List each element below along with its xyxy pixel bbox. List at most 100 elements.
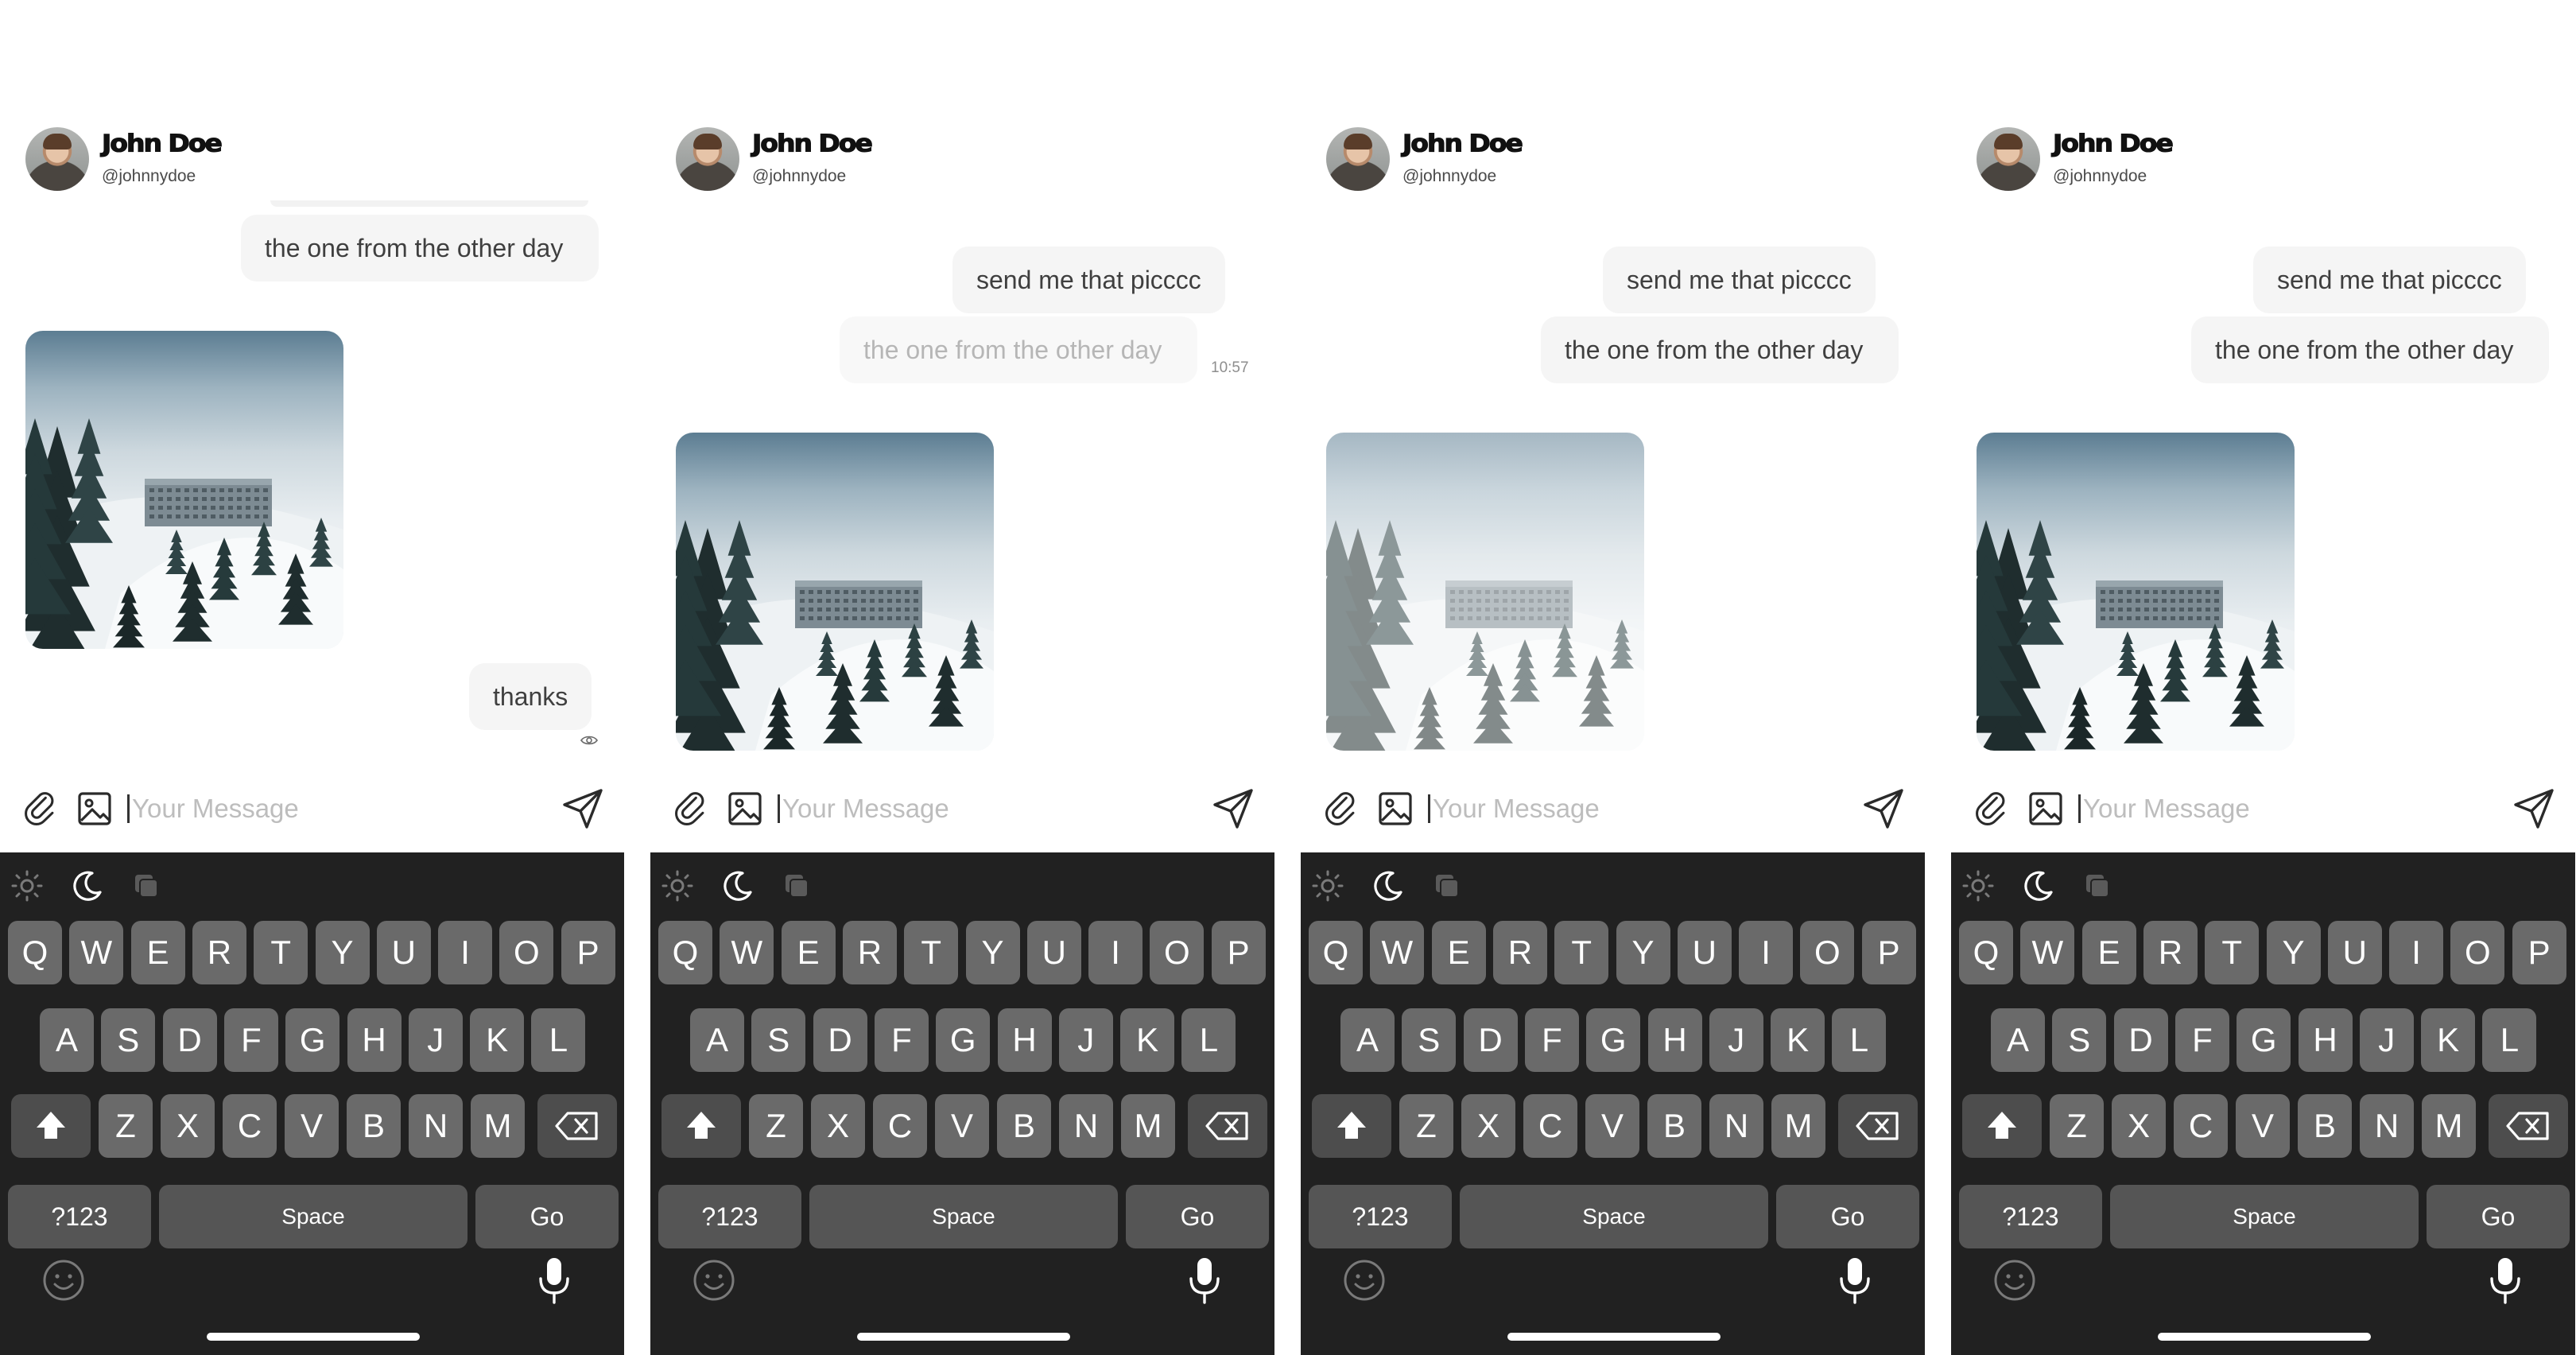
key[interactable]: E [781,921,836,984]
key[interactable]: D [2113,1008,2168,1072]
key[interactable]: J [2359,1008,2414,1072]
key[interactable]: S [101,1008,156,1072]
go-key[interactable]: Go [2427,1185,2570,1248]
key[interactable]: Y [965,921,1020,984]
message-bubble[interactable]: send me that picccc [2253,247,2526,313]
message-input[interactable] [132,787,514,830]
key[interactable]: K [1771,1008,1825,1072]
key[interactable]: I [1739,921,1794,984]
clipboard-icon[interactable] [2078,867,2116,905]
image-icon[interactable] [75,789,114,829]
key[interactable]: Z [749,1094,803,1158]
key[interactable]: O [1150,921,1205,984]
shift-key[interactable] [1312,1094,1391,1158]
space-key[interactable]: Space [1460,1185,1768,1248]
home-indicator[interactable] [1507,1333,1721,1341]
key[interactable]: W [720,921,774,984]
key[interactable]: T [904,921,959,984]
message-bubble[interactable]: the one from the other day [1541,316,1899,383]
key[interactable]: I [1088,921,1143,984]
send-icon[interactable] [561,787,604,830]
key[interactable]: N [2360,1094,2414,1158]
key[interactable]: Z [1399,1094,1453,1158]
key[interactable]: D [1463,1008,1518,1072]
key[interactable]: Q [1959,921,2013,984]
space-key[interactable]: Space [159,1185,467,1248]
go-key[interactable]: Go [1126,1185,1269,1248]
key[interactable]: A [690,1008,744,1072]
backspace-key[interactable] [1838,1094,1918,1158]
key[interactable]: B [1647,1094,1701,1158]
key[interactable]: G [285,1008,340,1072]
key[interactable]: E [130,921,185,984]
key[interactable]: X [161,1094,215,1158]
key[interactable]: Z [99,1094,153,1158]
dark-mode-icon[interactable] [1369,867,1407,905]
key[interactable]: D [162,1008,217,1072]
key[interactable]: X [811,1094,865,1158]
dark-mode-icon[interactable] [719,867,757,905]
message-bubble[interactable]: send me that picccc [1603,247,1876,313]
key[interactable]: M [471,1094,525,1158]
image-icon[interactable] [725,789,765,829]
message-bubble-sending[interactable]: the one from the other day [840,316,1197,383]
microphone-icon[interactable] [535,1256,573,1306]
key[interactable]: W [1370,921,1425,984]
message-input[interactable] [782,787,1164,830]
key[interactable]: H [347,1008,402,1072]
light-mode-icon[interactable] [658,867,696,905]
chat-image[interactable] [25,331,343,649]
chat-image[interactable] [676,433,994,751]
numbers-key[interactable]: ?123 [8,1185,151,1248]
key[interactable]: W [69,921,124,984]
paperclip-icon[interactable] [1973,789,2013,829]
key[interactable]: U [2327,921,2382,984]
key[interactable]: C [223,1094,277,1158]
key[interactable]: I [2389,921,2444,984]
key[interactable]: I [438,921,493,984]
key[interactable]: R [842,921,897,984]
message-bubble[interactable]: thanks [469,663,592,730]
key[interactable]: Q [658,921,712,984]
key[interactable]: Q [1309,921,1363,984]
key[interactable]: K [2421,1008,2476,1072]
avatar[interactable] [1326,127,1390,191]
key[interactable]: X [1461,1094,1515,1158]
key[interactable]: B [347,1094,401,1158]
message-bubble[interactable]: the one from the other day [2191,316,2549,383]
key[interactable]: E [1431,921,1486,984]
message-input[interactable] [2083,787,2465,830]
key[interactable]: L [1181,1008,1236,1072]
key[interactable]: P [2512,921,2566,984]
dark-mode-icon[interactable] [68,867,107,905]
chat-image-uploading[interactable] [1326,433,1644,751]
key[interactable]: H [1647,1008,1702,1072]
key[interactable]: G [1586,1008,1641,1072]
space-key[interactable]: Space [2110,1185,2419,1248]
key[interactable]: T [2205,921,2260,984]
message-input[interactable] [1433,787,1814,830]
key[interactable]: R [2143,921,2198,984]
key[interactable]: J [1058,1008,1113,1072]
key[interactable]: P [1211,921,1266,984]
emoji-icon[interactable] [41,1258,86,1303]
key[interactable]: A [1991,1008,2045,1072]
key[interactable]: J [408,1008,463,1072]
key[interactable]: S [2052,1008,2107,1072]
key[interactable]: O [499,921,554,984]
key[interactable]: V [1585,1094,1639,1158]
key[interactable]: X [2112,1094,2166,1158]
paperclip-icon[interactable] [1323,789,1363,829]
key[interactable]: M [2422,1094,2476,1158]
key[interactable]: B [997,1094,1051,1158]
key[interactable]: A [1340,1008,1395,1072]
key[interactable]: F [2174,1008,2229,1072]
key[interactable]: L [531,1008,586,1072]
key[interactable]: M [1771,1094,1825,1158]
clipboard-icon[interactable] [1428,867,1466,905]
key[interactable]: U [1677,921,1732,984]
numbers-key[interactable]: ?123 [1959,1185,2102,1248]
key[interactable]: L [2482,1008,2537,1072]
key[interactable]: K [1120,1008,1175,1072]
key[interactable]: H [2298,1008,2353,1072]
